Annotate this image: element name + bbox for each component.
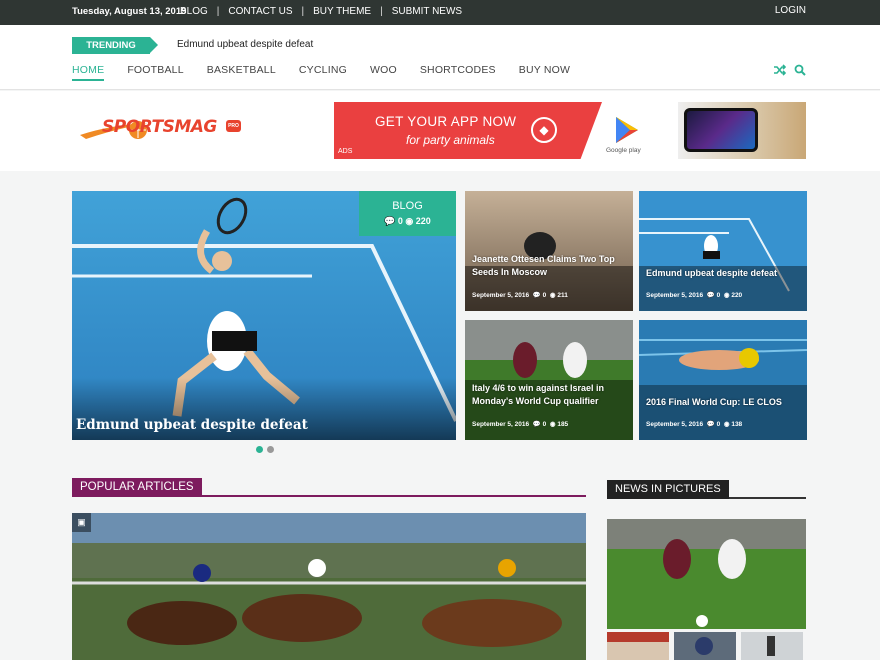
menu-item-buy-now[interactable]: BUY NOW — [519, 64, 570, 81]
search-icon[interactable] — [794, 64, 806, 76]
eye-icon: ◉ — [405, 216, 414, 226]
ad-headline: GET YOUR APP NOW — [375, 114, 517, 129]
nav-icons — [773, 64, 806, 76]
card-4-meta: September 5, 2016 💬 0 ◉ 138 — [646, 421, 743, 428]
site-logo[interactable]: SPORTSMAG PRO — [80, 111, 245, 145]
news-card-2[interactable]: Edmund upbeat despite defeat September 5… — [639, 191, 807, 311]
top-link-contact[interactable]: CONTACT US — [228, 6, 292, 17]
ad-subline: for party animals — [406, 133, 495, 147]
menu-item-cycling[interactable]: CYCLING — [299, 64, 347, 81]
menu-bar: HOME FOOTBALL BASKETBALL CYCLING WOO SHO… — [72, 64, 593, 81]
current-date: Tuesday, August 13, 2019 — [72, 6, 187, 17]
horse-racing-image — [72, 513, 586, 660]
card-1-title: Jeanette Ottesen Claims Two Top Seeds In… — [472, 254, 615, 277]
trending-headline[interactable]: Edmund upbeat despite defeat — [177, 39, 313, 50]
menu-item-basketball[interactable]: BASKETBALL — [207, 64, 276, 81]
logo-text: SPORTSMAG — [102, 117, 217, 137]
google-play-icon — [616, 117, 638, 143]
top-bar: Tuesday, August 13, 2019 BLOG | CONTACT U… — [0, 0, 880, 25]
featured-category-box[interactable]: BLOG 💬 0 ◉ 220 — [359, 191, 456, 236]
pictures-main-image[interactable] — [607, 519, 806, 629]
popular-articles-header: POPULAR ARTICLES — [72, 477, 586, 497]
pictures-thumb-3[interactable] — [741, 632, 803, 660]
pictures-thumb-2[interactable] — [674, 632, 736, 660]
featured-comments: 0 — [397, 216, 403, 226]
card-3-meta: September 5, 2016 💬 0 ◉ 185 — [472, 421, 569, 428]
ad-banner[interactable]: GET YOUR APP NOW for party animals ◆ ADS… — [334, 102, 806, 159]
login-link[interactable]: LOGIN — [775, 5, 806, 16]
news-card-1[interactable]: Jeanette Ottesen Claims Two Top Seeds In… — [465, 191, 633, 311]
card-4-title: 2016 Final World Cup: LE CLOS — [646, 397, 782, 407]
news-in-pictures-label: NEWS IN PICTURES — [607, 480, 729, 499]
gem-icon: ◆ — [531, 117, 557, 143]
news-card-3[interactable]: Italy 4/6 to win against Israel in Monda… — [465, 320, 633, 440]
featured-slider[interactable]: BLOG 💬 0 ◉ 220 Edmund upbeat despite def… — [72, 191, 456, 440]
ad-phone-image — [678, 102, 806, 159]
ad-label: ADS — [338, 148, 353, 155]
site-header: SPORTSMAG PRO GET YOUR APP NOW for party… — [0, 91, 880, 171]
menu-item-football[interactable]: FOOTBALL — [127, 64, 183, 81]
card-1-meta: September 5, 2016 💬 0 ◉ 211 — [472, 292, 568, 299]
pictures-thumb-1[interactable] — [607, 632, 669, 660]
card-2-title: Edmund upbeat despite defeat — [646, 268, 778, 278]
slider-pagination — [256, 446, 274, 453]
top-link-submit-news[interactable]: SUBMIT NEWS — [392, 6, 462, 17]
featured-title[interactable]: Edmund upbeat despite defeat — [76, 417, 308, 433]
logo-pro-badge: PRO — [226, 120, 241, 132]
popular-article-image[interactable]: ▣ — [72, 513, 586, 660]
menu-item-woo[interactable]: WOO — [370, 64, 397, 81]
top-link-buy-theme[interactable]: BUY THEME — [313, 6, 371, 17]
shuffle-icon[interactable] — [773, 64, 786, 76]
menu-item-home[interactable]: HOME — [72, 64, 105, 81]
news-card-4[interactable]: 2016 Final World Cup: LE CLOS September … — [639, 320, 807, 440]
slider-dot-1[interactable] — [256, 446, 263, 453]
featured-views: 220 — [415, 216, 431, 226]
top-links: BLOG | CONTACT US | BUY THEME | SUBMIT NEWS — [180, 6, 463, 17]
comment-icon: 💬 — [384, 216, 396, 226]
football-image — [607, 519, 806, 629]
news-in-pictures-header: NEWS IN PICTURES — [607, 479, 806, 499]
slider-dot-2[interactable] — [267, 446, 274, 453]
top-link-blog[interactable]: BLOG — [180, 6, 208, 17]
trending-badge: TRENDING — [72, 37, 158, 54]
card-2-meta: September 5, 2016 💬 0 ◉ 220 — [646, 292, 743, 299]
menu-item-shortcodes[interactable]: SHORTCODES — [420, 64, 496, 81]
featured-category: BLOG — [392, 200, 423, 212]
main-navigation: TRENDING Edmund upbeat despite defeat HO… — [0, 25, 880, 90]
featured-meta: 💬 0 ◉ 220 — [359, 216, 456, 227]
popular-articles-label: POPULAR ARTICLES — [72, 478, 202, 497]
card-3-title: Italy 4/6 to win against Israel in Monda… — [472, 383, 605, 406]
google-play-label: Google play — [606, 147, 641, 154]
image-icon: ▣ — [72, 513, 91, 532]
